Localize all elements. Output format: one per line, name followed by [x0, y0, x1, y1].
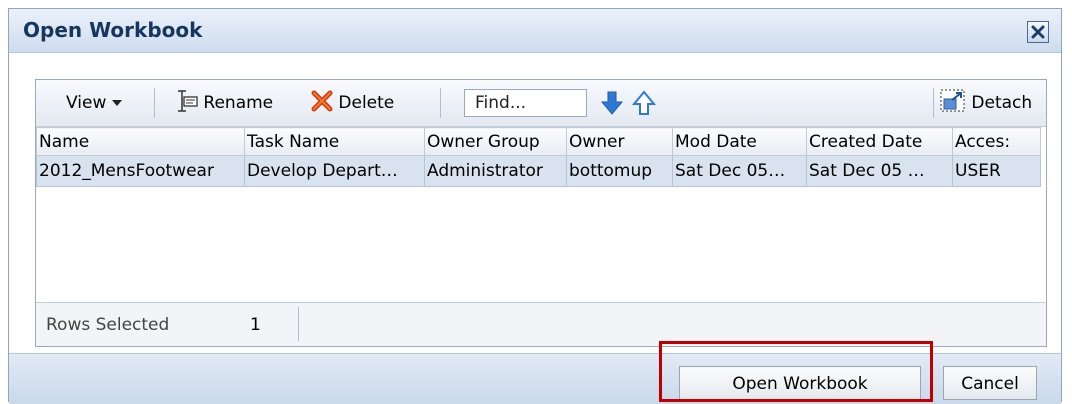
- rows-selected-count: 1: [250, 315, 261, 335]
- column-header-task-name[interactable]: Task Name: [244, 127, 425, 156]
- column-header-owner-group[interactable]: Owner Group: [424, 127, 567, 156]
- rows-selected-label: Rows Selected: [46, 315, 170, 335]
- detach-button[interactable]: Detach: [940, 88, 1032, 118]
- find-previous-arrow-up-icon[interactable]: [632, 90, 656, 116]
- column-header-name[interactable]: Name: [36, 127, 245, 156]
- column-header-access[interactable]: Acces:: [952, 127, 1041, 156]
- table-toolbar: View Rename Delete Find... Detach: [36, 80, 1046, 127]
- toolbar-separator: [154, 88, 155, 118]
- column-header-owner[interactable]: Owner: [566, 127, 673, 156]
- cell-task-name: Develop Depart…: [244, 155, 425, 187]
- cell-created-date: Sat Dec 05 …: [806, 155, 953, 187]
- delete-button[interactable]: Delete: [311, 88, 394, 118]
- view-menu-button[interactable]: View: [66, 88, 123, 118]
- close-icon: [1031, 25, 1045, 39]
- cell-owner: bottomup: [566, 155, 673, 187]
- rename-button[interactable]: Rename: [174, 88, 273, 118]
- cancel-button[interactable]: Cancel: [943, 366, 1037, 400]
- rename-icon: [178, 90, 198, 112]
- find-input[interactable]: [464, 89, 587, 117]
- chevron-down-icon: [112, 100, 123, 106]
- cell-access: USER: [952, 155, 1041, 187]
- open-workbook-dialog: Open Workbook View Rename Delete Find...…: [8, 8, 1062, 404]
- table-row[interactable]: 2012_MensFootwear Develop Depart… Admini…: [36, 155, 1041, 187]
- dialog-title: Open Workbook: [23, 18, 203, 42]
- table-footer: Rows Selected 1: [36, 302, 1046, 346]
- view-menu-label: View: [66, 93, 107, 113]
- close-button[interactable]: [1027, 21, 1049, 43]
- column-header-mod-date[interactable]: Mod Date: [672, 127, 807, 156]
- toolbar-separator: [440, 88, 441, 118]
- delete-x-icon: [311, 90, 333, 112]
- workbook-table: Name Task Name Owner Group Owner Mod Dat…: [36, 127, 1041, 187]
- dialog-button-bar: Open Workbook Cancel: [9, 353, 1061, 404]
- footer-separator: [298, 307, 299, 341]
- delete-label: Delete: [338, 93, 395, 113]
- toolbar-separator: [933, 88, 934, 118]
- detach-label: Detach: [971, 93, 1033, 113]
- detach-icon: [940, 89, 965, 112]
- column-header-created-date[interactable]: Created Date: [806, 127, 953, 156]
- find-next-arrow-down-icon[interactable]: [600, 90, 624, 116]
- table-header-row: Name Task Name Owner Group Owner Mod Dat…: [36, 127, 1041, 156]
- cell-mod-date: Sat Dec 05…: [672, 155, 807, 187]
- rename-label: Rename: [203, 93, 274, 113]
- cell-owner-group: Administrator: [424, 155, 567, 187]
- cell-name: 2012_MensFootwear: [36, 155, 245, 187]
- open-workbook-button[interactable]: Open Workbook: [679, 366, 921, 400]
- workbook-table-panel: View Rename Delete Find... Detach Name T…: [35, 79, 1047, 347]
- dialog-titlebar[interactable]: Open Workbook: [9, 9, 1061, 53]
